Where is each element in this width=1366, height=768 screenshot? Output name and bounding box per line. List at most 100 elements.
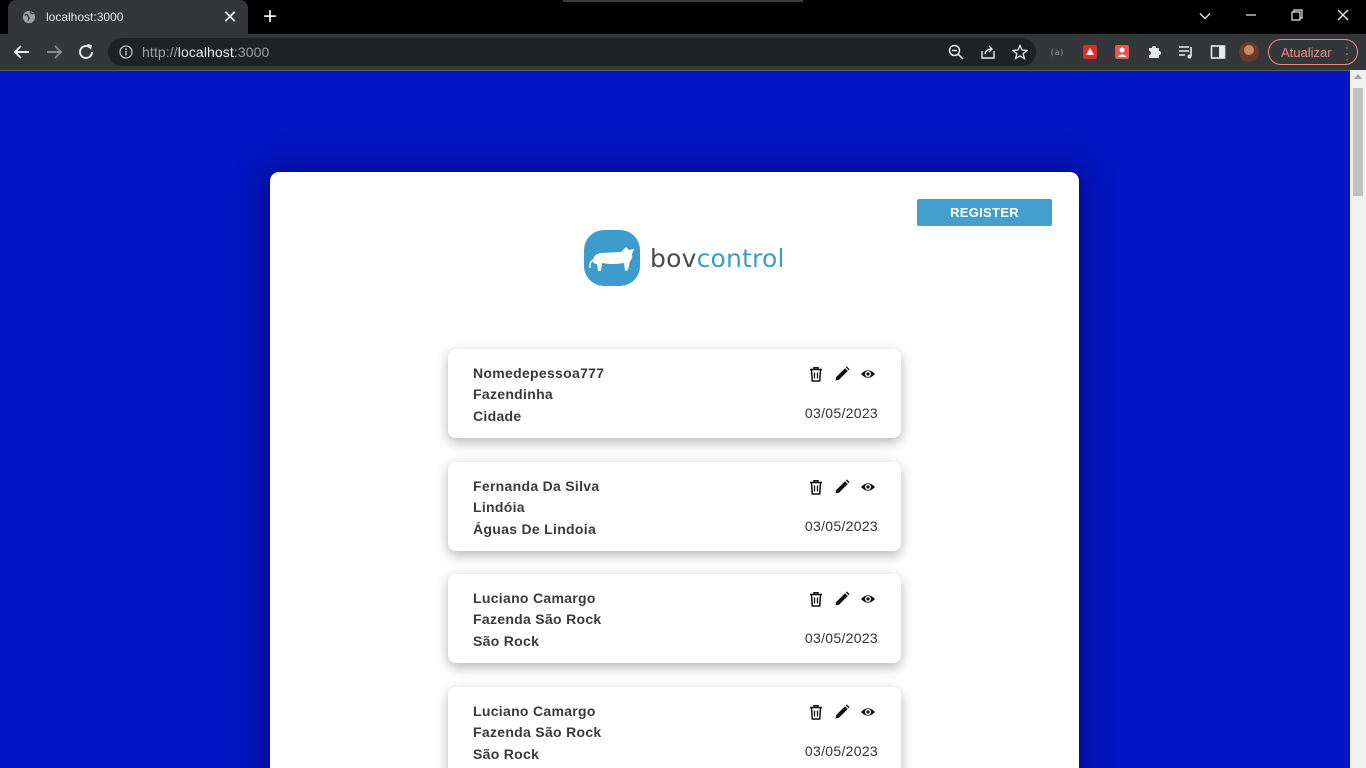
extension-red-icon <box>1083 45 1097 59</box>
close-window-button[interactable] <box>1320 0 1366 30</box>
side-panel-button[interactable] <box>1208 42 1228 62</box>
profile-avatar[interactable] <box>1239 42 1259 62</box>
extension-profile-icon <box>1115 45 1129 59</box>
arrow-right-icon <box>47 45 63 59</box>
record-name: Fernanda Da Silva <box>473 478 600 494</box>
page-scrollbar[interactable] <box>1350 70 1366 768</box>
edit-button[interactable] <box>833 590 851 608</box>
extension-button-1[interactable]: (a) <box>1047 42 1067 62</box>
edit-button[interactable] <box>833 478 851 496</box>
trash-icon <box>810 592 822 607</box>
share-icon <box>981 45 995 59</box>
restore-button[interactable] <box>1274 0 1320 30</box>
record-name: Luciano Camargo <box>473 590 596 606</box>
record-card: Fernanda Da Silva Lindóia Águas De Lindo… <box>448 462 901 551</box>
url-text: http://localhost:3000 <box>142 44 269 60</box>
delete-button[interactable] <box>807 365 825 383</box>
cow-logo-icon <box>584 230 640 286</box>
tab-title: localhost:3000 <box>46 10 124 24</box>
side-panel-icon <box>1210 45 1226 59</box>
record-city: Águas De Lindoia <box>473 521 597 537</box>
window-drag-area[interactable] <box>563 0 803 2</box>
view-button[interactable] <box>859 590 877 608</box>
record-farm: Fazenda São Rock <box>473 724 602 740</box>
globe-icon <box>22 10 36 24</box>
browser-tab-bar: localhost:3000 ✕ + <box>0 0 1366 34</box>
minimize-button[interactable] <box>1228 0 1274 30</box>
zoom-button[interactable] <box>946 42 966 62</box>
record-city: Cidade <box>473 408 522 424</box>
record-city: São Rock <box>473 746 540 762</box>
record-card: Nomedepessoa777 Fazendinha Cidade 03/05/… <box>448 349 901 438</box>
logo-wordmark: bovcontrol <box>650 244 785 273</box>
delete-button[interactable] <box>807 590 825 608</box>
delete-button[interactable] <box>807 703 825 721</box>
address-bar[interactable]: http://localhost:3000 <box>108 38 1036 66</box>
record-actions <box>807 478 877 496</box>
eye-icon <box>861 370 875 378</box>
record-name: Nomedepessoa777 <box>473 365 605 381</box>
pencil-icon <box>835 591 850 606</box>
forward-button[interactable] <box>42 40 66 64</box>
share-button[interactable] <box>978 42 998 62</box>
record-actions <box>807 703 877 721</box>
browser-toolbar: http://localhost:3000 (a) Atualizar ·· <box>0 34 1366 70</box>
star-icon <box>1012 44 1028 60</box>
kebab-menu-icon[interactable]: · · · <box>1345 41 1349 65</box>
info-icon <box>119 45 133 59</box>
tab-close-button[interactable]: ✕ <box>222 8 238 26</box>
record-date: 03/05/2023 <box>804 518 878 534</box>
record-actions <box>807 365 877 383</box>
pencil-icon <box>835 479 850 494</box>
record-name: Luciano Camargo <box>473 703 596 719</box>
record-date: 03/05/2023 <box>804 743 878 759</box>
scroll-up-arrow-icon[interactable] <box>1354 74 1362 79</box>
minimize-icon <box>1246 14 1256 16</box>
trash-icon <box>810 367 822 382</box>
record-actions <box>807 590 877 608</box>
trash-icon <box>810 480 822 495</box>
extension-button-3[interactable] <box>1112 42 1132 62</box>
chevron-down-icon <box>1199 13 1211 20</box>
logo-word-bov: bov <box>650 243 697 273</box>
view-button[interactable] <box>859 365 877 383</box>
media-control-button[interactable] <box>1176 42 1196 62</box>
record-date: 03/05/2023 <box>804 630 878 646</box>
extension-label: (a) <box>1049 47 1065 57</box>
url-scheme: http:// <box>142 44 178 60</box>
tab-search-button[interactable] <box>1193 6 1217 26</box>
edit-button[interactable] <box>833 365 851 383</box>
back-button[interactable] <box>10 40 34 64</box>
record-city: São Rock <box>473 633 540 649</box>
main-panel: REGISTER bovcontrol Nomedepessoa777 Faze… <box>270 172 1079 768</box>
restore-icon <box>1291 9 1303 21</box>
bovcontrol-logo: bovcontrol <box>584 230 785 286</box>
zoom-out-icon <box>948 44 964 60</box>
eye-icon <box>861 708 875 716</box>
update-browser-button[interactable]: Atualizar · · · <box>1268 39 1358 65</box>
browser-tab[interactable]: localhost:3000 ✕ <box>8 0 248 34</box>
view-button[interactable] <box>859 703 877 721</box>
reload-button[interactable] <box>74 40 98 64</box>
view-button[interactable] <box>859 478 877 496</box>
extensions-menu-button[interactable] <box>1144 42 1164 62</box>
puzzle-icon <box>1149 46 1161 58</box>
bookmark-button[interactable] <box>1010 42 1030 62</box>
close-icon <box>1337 9 1349 21</box>
edit-button[interactable] <box>833 703 851 721</box>
record-farm: Fazendinha <box>473 386 554 402</box>
window-controls <box>1228 0 1366 30</box>
new-tab-button[interactable]: + <box>258 4 282 30</box>
address-bar-actions <box>946 42 1030 62</box>
delete-button[interactable] <box>807 478 825 496</box>
extension-button-2[interactable] <box>1080 42 1100 62</box>
register-button[interactable]: REGISTER <box>917 199 1052 226</box>
record-farm: Lindóia <box>473 499 525 515</box>
toolbar-divider <box>0 70 1366 71</box>
arrow-left-icon <box>13 45 29 59</box>
scrollbar-thumb[interactable] <box>1353 88 1363 196</box>
eye-icon <box>861 595 875 603</box>
trash-icon <box>810 705 822 720</box>
record-date: 03/05/2023 <box>804 405 878 421</box>
record-card: Luciano Camargo Fazenda São Rock São Roc… <box>448 574 901 663</box>
